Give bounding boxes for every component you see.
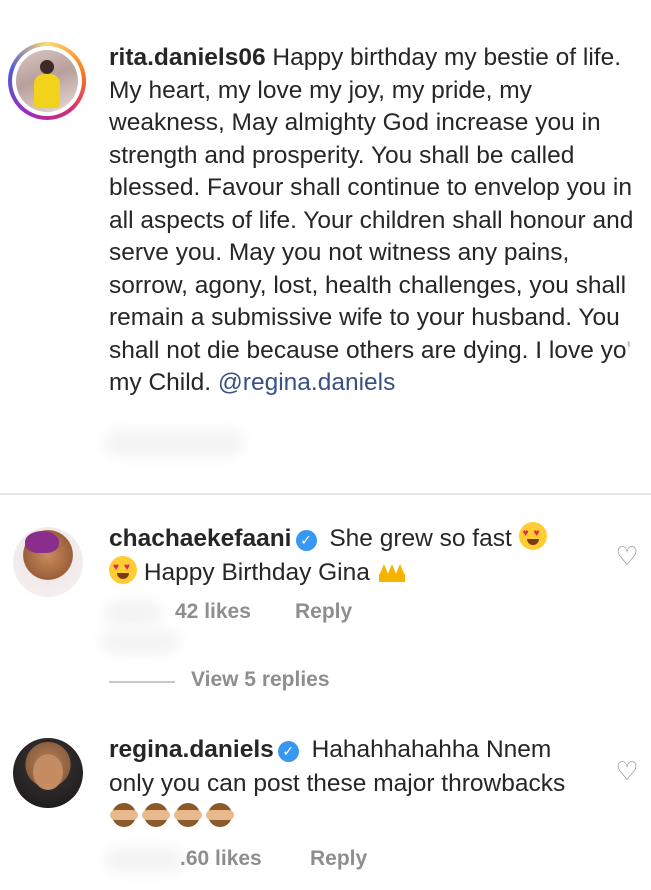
heart-outline-icon[interactable]: ♡ [615, 758, 639, 784]
reply-button[interactable]: Reply [295, 600, 352, 624]
avatar[interactable] [13, 738, 83, 808]
comment-body: Happy Birthday Gina [143, 559, 370, 586]
comment-text: regina.daniels ✓ Hahahhahahha Nnem only y… [109, 733, 599, 835]
mention-link[interactable]: @regina.daniels [218, 369, 395, 396]
heart-eyes-emoji-icon: ♥ ♥ [109, 556, 137, 584]
caption-username[interactable]: rita.daniels06 [109, 44, 266, 71]
comment-username[interactable]: regina.daniels [109, 736, 274, 763]
see-no-evil-monkey-icon [141, 801, 171, 829]
likes-count[interactable]: 42 likes [175, 600, 251, 624]
redacted-timestamp [104, 600, 162, 626]
reply-button[interactable]: Reply [310, 847, 367, 871]
see-no-evil-monkey-icon [173, 801, 203, 829]
story-ring-avatar[interactable] [8, 42, 86, 120]
redacted-timestamp [104, 430, 244, 456]
comment-text: chachaekefaani ✓ She grew so fast ♥ ♥ ♥ ♥ H… [109, 522, 599, 590]
redacted-area [100, 630, 180, 654]
caption-body-tail: my Child. [109, 369, 212, 396]
post-caption: rita.daniels06 Happy birthday my bestie … [0, 0, 651, 490]
see-no-evil-monkey-icon [109, 801, 139, 829]
see-no-evil-monkey-icon [205, 801, 235, 829]
heart-eyes-emoji-icon: ♥ ♥ [518, 522, 547, 550]
comment-username[interactable]: chachaekefaani [109, 525, 292, 552]
verified-badge-icon: ✓ [277, 741, 299, 762]
crown-emoji-icon [377, 560, 407, 582]
view-replies-line [109, 681, 175, 683]
verified-badge-icon: ✓ [295, 530, 317, 551]
comment-item: regina.daniels ✓ Hahahhahahha Nnem only y… [0, 720, 651, 890]
redacted-timestamp [104, 848, 184, 872]
heart-outline-icon[interactable]: ♡ [615, 543, 639, 569]
caption-text: rita.daniels06 Happy birthday my bestie … [109, 42, 634, 400]
comment-body: She grew so fast [329, 525, 512, 552]
avatar [16, 50, 78, 112]
view-replies-button[interactable]: View 5 replies [191, 668, 330, 692]
likes-count[interactable]: .60 likes [180, 847, 262, 871]
obscured-text: ' [626, 336, 632, 364]
caption-body: Happy birthday my bestie of life. My hea… [109, 44, 634, 364]
avatar[interactable] [13, 527, 83, 597]
